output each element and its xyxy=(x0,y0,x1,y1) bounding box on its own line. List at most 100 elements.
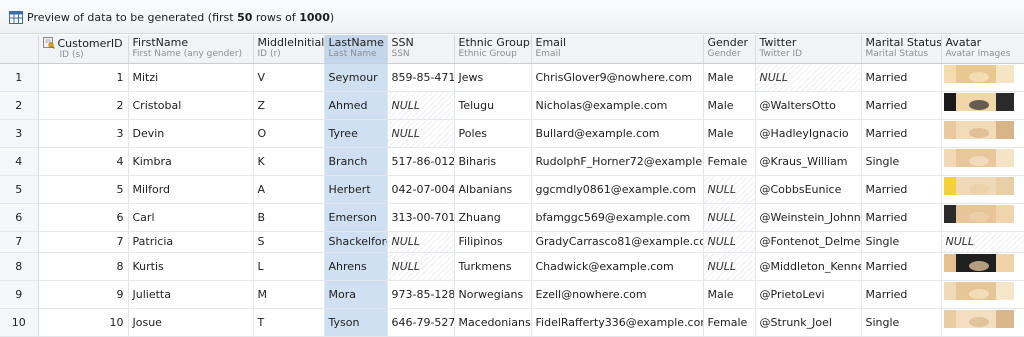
cell-email[interactable]: Ezell@nowhere.com xyxy=(531,280,704,309)
cell-marital-status[interactable]: Single xyxy=(861,308,942,337)
cell-ethnic-group[interactable]: Turkmens xyxy=(454,252,532,281)
table-row[interactable]: 2 2 Cristobal Z Ahmed NULL Telugu Nicholas@exam… xyxy=(0,91,1024,120)
row-number[interactable]: 1 xyxy=(0,63,39,92)
column-header-customerid[interactable]: CustomerID ID (s) xyxy=(38,35,129,64)
cell-marital-status[interactable]: Married xyxy=(861,203,942,232)
column-header-twitter[interactable]: Twitter Twitter ID xyxy=(755,35,862,64)
cell-gender[interactable]: Male xyxy=(703,119,756,148)
cell-email[interactable]: FidelRafferty336@example.com xyxy=(531,308,704,337)
cell-twitter[interactable]: @CobbsEunice xyxy=(755,175,862,204)
cell-twitter[interactable]: @Strunk_Joel xyxy=(755,308,862,337)
cell-twitter[interactable]: @Kraus_William xyxy=(755,147,862,176)
table-row[interactable]: 55MilfordAHerbert042-07-0043Albaniansggc… xyxy=(0,175,1024,204)
cell-ethnic-group[interactable]: Zhuang xyxy=(454,203,532,232)
column-header-gender[interactable]: Gender Gender xyxy=(703,35,756,64)
cell-customerid[interactable]: 5 xyxy=(38,175,129,204)
cell-customerid[interactable]: 1 xyxy=(38,63,129,92)
cell-ssn[interactable]: 517-86-0123 xyxy=(387,147,455,176)
cell-twitter[interactable]: @Weinstein_Johnny xyxy=(755,203,862,232)
table-row[interactable]: 44KimbraKBranch517-86-0123BiharisRudolph… xyxy=(0,147,1024,176)
cell-firstname[interactable]: Kimbra xyxy=(128,147,254,176)
cell-marital-status[interactable]: Married xyxy=(861,63,942,92)
table-row[interactable]: 99JuliettaMMora973-85-1280NorwegiansEzel… xyxy=(0,280,1024,309)
row-number[interactable]: 8 xyxy=(0,252,39,281)
cell-avatar[interactable] xyxy=(941,308,1024,337)
data-preview-grid[interactable]: CustomerID ID (s) FirstName First Name (a… xyxy=(0,35,1024,337)
cell-middleinitial[interactable]: Z xyxy=(253,91,325,120)
column-header-firstname[interactable]: FirstName First Name (any gender) xyxy=(128,35,254,64)
cell-gender[interactable]: NULL xyxy=(703,203,756,232)
cell-ssn[interactable]: 646-79-5270 xyxy=(387,308,455,337)
cell-ethnic-group[interactable]: Telugu xyxy=(454,91,532,120)
table-row[interactable]: 11MitziVSeymour859-85-4717JewsChrisGlove… xyxy=(0,63,1024,92)
cell-email[interactable]: bfamggc569@example.com xyxy=(531,203,704,232)
row-number[interactable]: 6 xyxy=(0,203,39,232)
cell-gender[interactable]: NULL xyxy=(703,252,756,281)
cell-ethnic-group[interactable]: Jews xyxy=(454,63,532,92)
cell-lastname[interactable]: Tyree xyxy=(324,119,388,148)
cell-middleinitial[interactable]: V xyxy=(253,63,325,92)
cell-ethnic-group[interactable]: Biharis xyxy=(454,147,532,176)
cell-avatar[interactable] xyxy=(941,175,1024,204)
cell-firstname[interactable]: Josue xyxy=(128,308,254,337)
cell-middleinitial[interactable]: K xyxy=(253,147,325,176)
cell-marital-status[interactable]: Single xyxy=(861,231,942,253)
cell-lastname[interactable]: Shackelford xyxy=(324,231,388,253)
cell-email[interactable]: Chadwick@example.com xyxy=(531,252,704,281)
cell-twitter[interactable]: @PrietoLevi xyxy=(755,280,862,309)
cell-avatar[interactable] xyxy=(941,63,1024,92)
cell-email[interactable]: Bullard@example.com xyxy=(531,119,704,148)
cell-ssn[interactable]: NULL xyxy=(387,252,455,281)
cell-middleinitial[interactable]: S xyxy=(253,231,325,253)
cell-lastname[interactable]: Mora xyxy=(324,280,388,309)
column-header-middleinitial[interactable]: MiddleInitial ID (r) xyxy=(253,35,325,64)
cell-avatar[interactable] xyxy=(941,147,1024,176)
cell-customerid[interactable]: 8 xyxy=(38,252,129,281)
cell-customerid[interactable]: 10 xyxy=(38,308,129,337)
column-header-marital-status[interactable]: Marital Status Marital Status xyxy=(861,35,942,64)
cell-lastname[interactable]: Seymour xyxy=(324,63,388,92)
cell-ssn[interactable]: 973-85-1280 xyxy=(387,280,455,309)
column-header-lastname[interactable]: LastName Last Name xyxy=(324,35,388,64)
cell-twitter[interactable]: @HadleyIgnacio xyxy=(755,119,862,148)
cell-middleinitial[interactable]: T xyxy=(253,308,325,337)
cell-ssn[interactable]: NULL xyxy=(387,119,455,148)
column-header-email[interactable]: Email Email xyxy=(531,35,704,64)
cell-customerid[interactable]: 4 xyxy=(38,147,129,176)
cell-marital-status[interactable]: Married xyxy=(861,252,942,281)
cell-twitter[interactable]: @Middleton_Kenneth xyxy=(755,252,862,281)
row-number[interactable]: 10 xyxy=(0,308,39,337)
cell-ssn[interactable]: 042-07-0043 xyxy=(387,175,455,204)
cell-email[interactable]: ggcmdly0861@example.com xyxy=(531,175,704,204)
table-row[interactable]: 3 3 Devin O Tyree NULL Poles Bullard@example.co… xyxy=(0,119,1024,148)
cell-ethnic-group[interactable]: Filipinos xyxy=(454,231,532,253)
cell-middleinitial[interactable]: O xyxy=(253,119,325,148)
cell-firstname[interactable]: Carl xyxy=(128,203,254,232)
table-row[interactable]: 66CarlBEmerson313-00-7014Zhuangbfamggc56… xyxy=(0,203,1024,232)
cell-gender[interactable]: NULL xyxy=(703,175,756,204)
cell-gender[interactable]: Female xyxy=(703,308,756,337)
cell-customerid[interactable]: 3 xyxy=(38,119,129,148)
cell-avatar[interactable] xyxy=(941,91,1024,120)
cell-avatar[interactable]: NULL xyxy=(941,231,1024,253)
cell-lastname[interactable]: Herbert xyxy=(324,175,388,204)
row-number[interactable]: 3 xyxy=(0,119,39,148)
cell-customerid[interactable]: 7 xyxy=(38,231,129,253)
cell-gender[interactable]: Male xyxy=(703,91,756,120)
cell-firstname[interactable]: Mitzi xyxy=(128,63,254,92)
cell-marital-status[interactable]: Married xyxy=(861,175,942,204)
cell-email[interactable]: ChrisGlover9@nowhere.com xyxy=(531,63,704,92)
cell-marital-status[interactable]: Married xyxy=(861,91,942,120)
column-header-avatar[interactable]: Avatar Avatar Images xyxy=(941,35,1024,64)
cell-marital-status[interactable]: Married xyxy=(861,280,942,309)
cell-avatar[interactable] xyxy=(941,252,1024,281)
column-header-ssn[interactable]: SSN SSN xyxy=(387,35,455,64)
cell-gender[interactable]: NULL xyxy=(703,231,756,253)
cell-customerid[interactable]: 9 xyxy=(38,280,129,309)
cell-middleinitial[interactable]: L xyxy=(253,252,325,281)
cell-firstname[interactable]: Patricia xyxy=(128,231,254,253)
cell-ssn[interactable]: 313-00-7014 xyxy=(387,203,455,232)
cell-avatar[interactable] xyxy=(941,203,1024,232)
row-number[interactable]: 2 xyxy=(0,91,39,120)
row-number[interactable]: 7 xyxy=(0,231,39,253)
